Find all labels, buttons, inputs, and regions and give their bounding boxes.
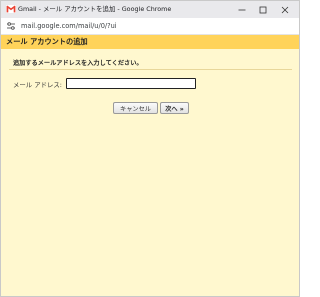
email-input[interactable] [66, 78, 196, 89]
page-title: メール アカウントの追加 [1, 35, 299, 49]
window-title: Gmail - メール アカウントを追加 - Google Chrome [18, 5, 172, 13]
tune-icon[interactable] [6, 21, 16, 31]
divider [9, 69, 292, 70]
gmail-icon [6, 5, 16, 13]
page-content: メール アカウントの追加 追加するメールアドレスを入力してください。 メール ア… [1, 35, 299, 296]
instruction-text: 追加するメールアドレスを入力してください。 [13, 60, 143, 67]
minimize-button[interactable] [232, 3, 252, 16]
maximize-icon [259, 6, 267, 13]
email-label: メール アドレス: [13, 81, 62, 89]
browser-window: Gmail - メール アカウントを追加 - Google Chrome mai… [0, 0, 300, 297]
address-bar[interactable]: mail.google.com/mail/u/0/?ui [1, 18, 299, 35]
url-text[interactable]: mail.google.com/mail/u/0/?ui [21, 22, 117, 30]
minimize-icon [238, 9, 246, 10]
maximize-button[interactable] [253, 3, 273, 16]
cancel-button[interactable]: キャンセル [113, 102, 158, 114]
next-button[interactable]: 次へ » [160, 102, 189, 114]
title-bar: Gmail - メール アカウントを追加 - Google Chrome [1, 1, 299, 18]
close-button[interactable] [275, 3, 295, 16]
close-icon [281, 6, 289, 13]
